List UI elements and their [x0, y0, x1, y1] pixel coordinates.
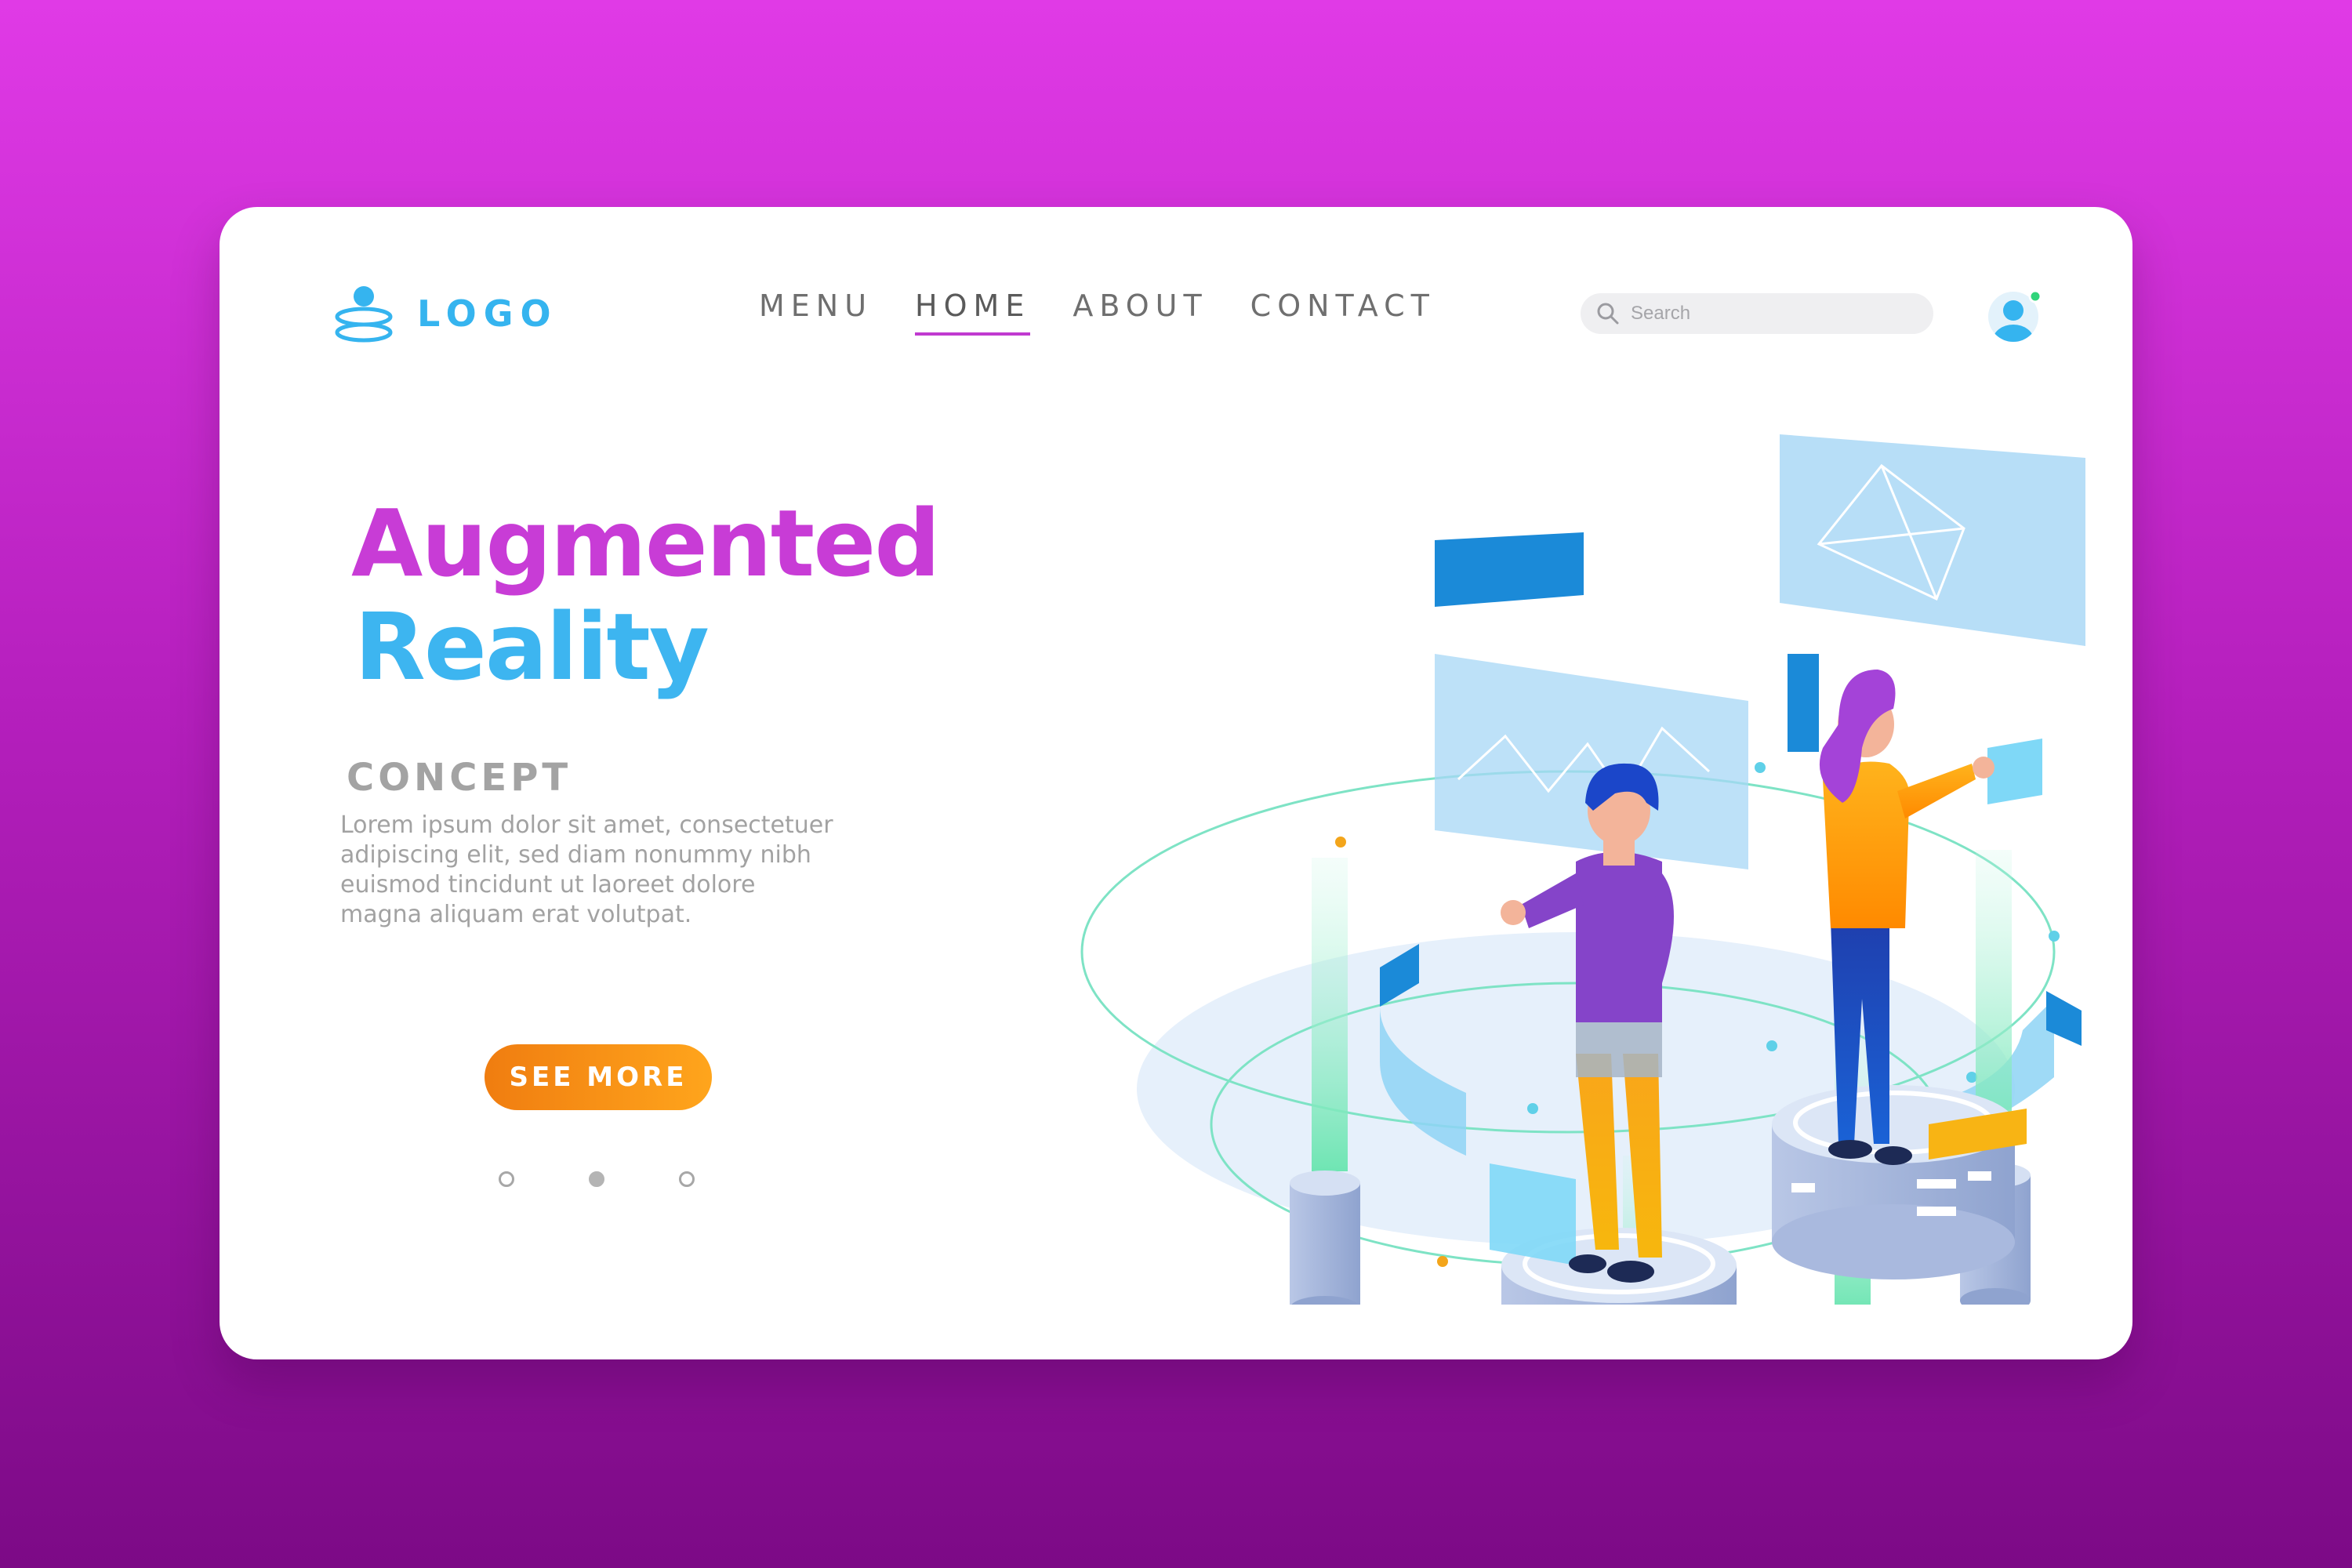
hologram-panel-dark: [1788, 654, 1819, 752]
ring-node: [2049, 931, 2060, 942]
user-avatar-icon[interactable]: [1987, 287, 2043, 343]
ring-node: [1755, 762, 1766, 773]
logo-text: LOGO: [417, 292, 558, 335]
hologram-panel-blue: [1435, 532, 1584, 607]
hero-title-line1: Augmented: [351, 489, 941, 597]
body-line: magna aliquam erat volutpat.: [340, 901, 692, 928]
ring-node: [1966, 1072, 1977, 1083]
logo[interactable]: LOGO: [332, 282, 558, 345]
ar-illustration: [1080, 434, 2085, 1305]
online-status-dot: [2028, 289, 2042, 303]
nav-home[interactable]: HOME: [915, 289, 1031, 336]
ring-node: [1437, 1256, 1448, 1267]
search-bar[interactable]: [1581, 293, 1933, 334]
hologram-chart-panel: [1435, 654, 1748, 869]
body-line: adipiscing elit, sed diam nonummy nibh: [340, 841, 811, 869]
person-hologram-icon: [335, 286, 393, 343]
search-icon: [1597, 303, 1619, 325]
hologram-panel-top: [1780, 434, 2085, 646]
hero-body-text: Lorem ipsum dolor sit amet, consectetuer…: [340, 811, 936, 930]
nav-menu[interactable]: MENU: [759, 289, 873, 336]
body-line: Lorem ipsum dolor sit amet, consectetuer: [340, 811, 833, 839]
carousel-dot-2[interactable]: [589, 1171, 604, 1187]
server-cylinder: [1290, 1171, 1360, 1305]
carousel-dot-1[interactable]: [499, 1171, 514, 1187]
main-nav: MENU HOME ABOUT CONTACT: [759, 289, 1478, 336]
carousel-dot-3[interactable]: [679, 1171, 695, 1187]
hero-subtitle: CONCEPT: [347, 756, 572, 800]
landing-card: LOGO MENU HOME ABOUT CONTACT Augmented R…: [220, 207, 2132, 1359]
light-pillar: [1312, 858, 1348, 1171]
hero-title-line2: Reality: [354, 593, 710, 701]
search-input[interactable]: [1629, 302, 1922, 325]
see-more-button[interactable]: SEE MORE: [485, 1044, 712, 1110]
hologram-panel-foot: [1490, 1163, 1576, 1265]
body-line: euismod tincidunt ut laoreet dolore: [340, 871, 756, 898]
hologram-panel-small: [1987, 739, 2042, 804]
nav-about[interactable]: ABOUT: [1073, 289, 1207, 336]
ring-node: [1766, 1040, 1777, 1051]
platform-right: [1772, 1085, 2015, 1279]
ring-node: [1527, 1103, 1538, 1114]
carousel-dots: [499, 1171, 769, 1187]
nav-contact[interactable]: CONTACT: [1250, 289, 1436, 336]
ring-node: [1335, 837, 1346, 848]
